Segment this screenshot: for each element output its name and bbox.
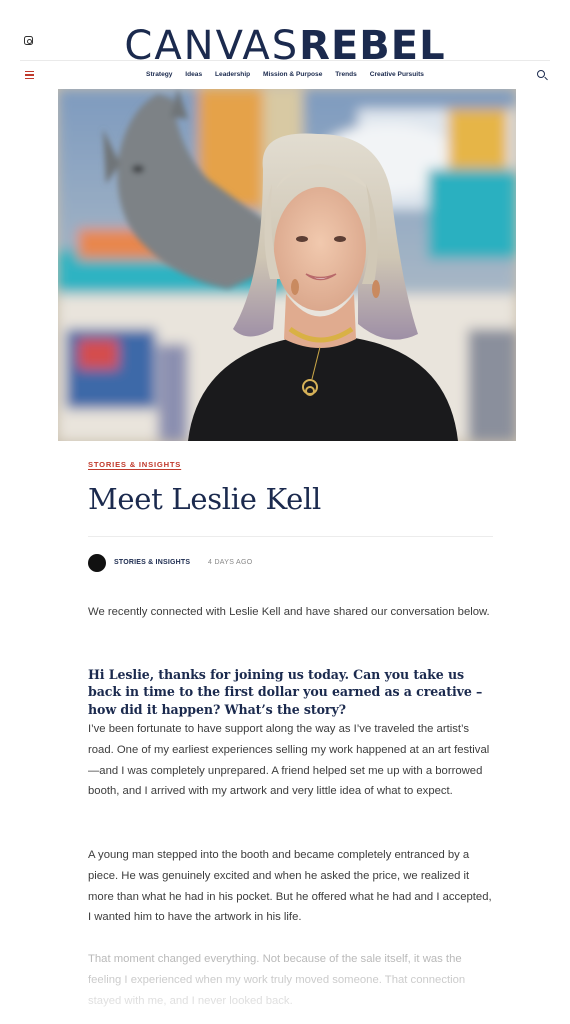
byline-author-link[interactable]: STORIES & INSIGHTS xyxy=(114,559,190,566)
main-nav-bar: Strategy Ideas Leadership Mission & Purp… xyxy=(20,60,550,90)
nav-item-creative-pursuits[interactable]: Creative Pursuits xyxy=(370,71,424,78)
interview-question: Hi Leslie, thanks for joining us today. … xyxy=(88,667,483,717)
content-fade-overlay xyxy=(0,960,570,1024)
search-icon[interactable] xyxy=(537,70,545,78)
nav-item-strategy[interactable]: Strategy xyxy=(146,71,172,78)
article-category-link[interactable]: STORIES & INSIGHTS xyxy=(88,460,181,469)
nav-item-ideas[interactable]: Ideas xyxy=(185,71,202,78)
article-title: Meet Leslie Kell xyxy=(88,482,321,516)
answer-paragraph: I’ve been fortunate to have support alon… xyxy=(88,723,490,798)
title-divider xyxy=(88,536,493,537)
nav-item-leadership[interactable]: Leadership xyxy=(215,71,250,78)
byline-date: 4 DAYS AGO xyxy=(208,559,253,566)
hero-photo xyxy=(58,89,516,441)
main-nav: Strategy Ideas Leadership Mission & Purp… xyxy=(20,71,550,78)
nav-item-mission-purpose[interactable]: Mission & Purpose xyxy=(263,71,322,78)
site-header: CANVASREBEL xyxy=(0,0,570,68)
nav-item-trends[interactable]: Trends xyxy=(335,71,357,78)
author-avatar[interactable] xyxy=(88,554,106,572)
article-intro: We recently connected with Leslie Kell a… xyxy=(88,606,490,618)
hero-photo-illustration xyxy=(58,89,516,441)
answer-paragraph: A young man stepped into the booth and b… xyxy=(88,849,492,924)
